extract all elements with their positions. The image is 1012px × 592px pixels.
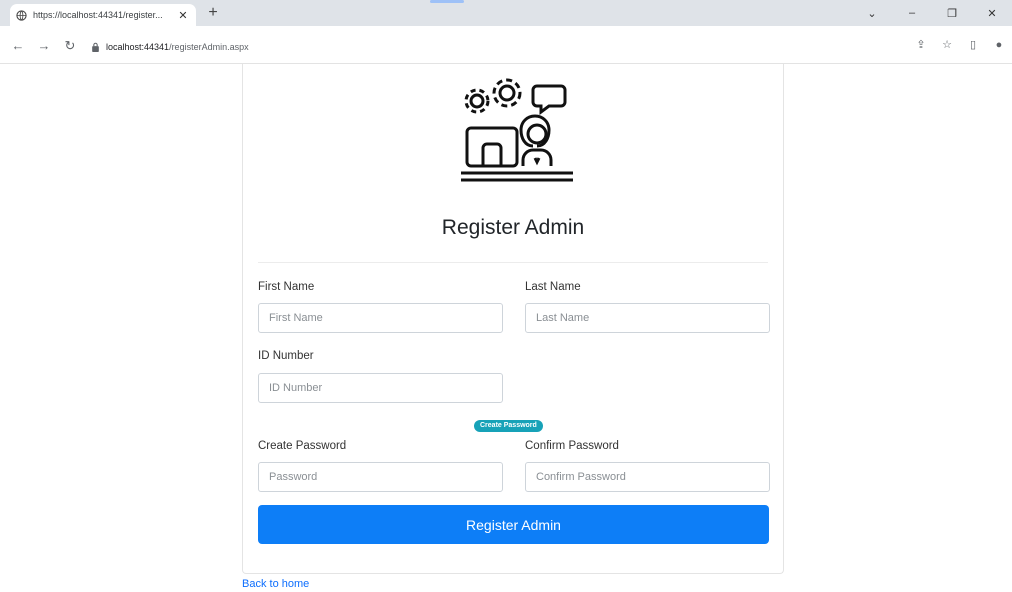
first-name-input[interactable] xyxy=(258,303,503,333)
confirm-password-input[interactable] xyxy=(525,462,770,492)
profile-icon[interactable]: ● xyxy=(986,39,1012,51)
last-name-label: Last Name xyxy=(525,281,581,293)
register-admin-button[interactable]: Register Admin xyxy=(258,505,769,544)
address-bar: ← → ↻ localhost:44341 /registerAdmin.asp… xyxy=(0,26,1012,64)
password-input[interactable] xyxy=(258,462,503,492)
id-number-input[interactable] xyxy=(258,373,503,403)
close-window-icon[interactable]: ✕ xyxy=(972,7,1012,20)
lock-icon xyxy=(92,42,99,52)
first-name-label: First Name xyxy=(258,281,315,293)
share-icon[interactable]: ⇪ xyxy=(908,38,934,51)
create-password-badge: Create Password xyxy=(474,420,543,432)
minimize-icon[interactable]: – xyxy=(892,7,932,19)
id-number-label: ID Number xyxy=(258,350,314,362)
reload-icon[interactable]: ↻ xyxy=(62,39,78,53)
browser-tab-bar: https://localhost:44341/register... ✕ + … xyxy=(0,0,1012,26)
url-field[interactable]: localhost:44341 /registerAdmin.aspx xyxy=(91,39,851,54)
forward-arrow-icon[interactable]: → xyxy=(36,39,52,53)
url-host: localhost:44341 xyxy=(106,41,170,52)
admin-illustration-icon xyxy=(461,78,573,182)
tab-search-icon[interactable]: ⌄ xyxy=(852,7,892,20)
tab-strip-indicator xyxy=(430,0,464,3)
tab-close-icon[interactable]: ✕ xyxy=(176,9,190,22)
sidebar-icon[interactable]: ▯ xyxy=(960,38,986,51)
title-divider xyxy=(258,262,768,263)
browser-tab[interactable]: https://localhost:44341/register... ✕ xyxy=(10,4,196,26)
create-password-label: Create Password xyxy=(258,440,347,452)
last-name-input[interactable] xyxy=(525,303,770,333)
star-icon[interactable]: ☆ xyxy=(934,38,960,51)
globe-icon xyxy=(16,9,27,21)
confirm-password-label: Confirm Password xyxy=(525,440,619,452)
tab-title: https://localhost:44341/register... xyxy=(33,10,163,20)
url-path: /registerAdmin.aspx xyxy=(169,41,249,52)
new-tab-button[interactable]: + xyxy=(204,5,222,23)
back-to-home-link[interactable]: Back to home xyxy=(242,578,309,590)
restore-icon[interactable]: ❐ xyxy=(932,7,972,20)
toolbar-icons: ⇪ ☆ ▯ ● xyxy=(908,38,1012,52)
window-controls: ⌄ – ❐ ✕ xyxy=(852,0,1012,26)
page-title: Register Admin xyxy=(441,216,585,239)
back-arrow-icon[interactable]: ← xyxy=(10,39,26,53)
